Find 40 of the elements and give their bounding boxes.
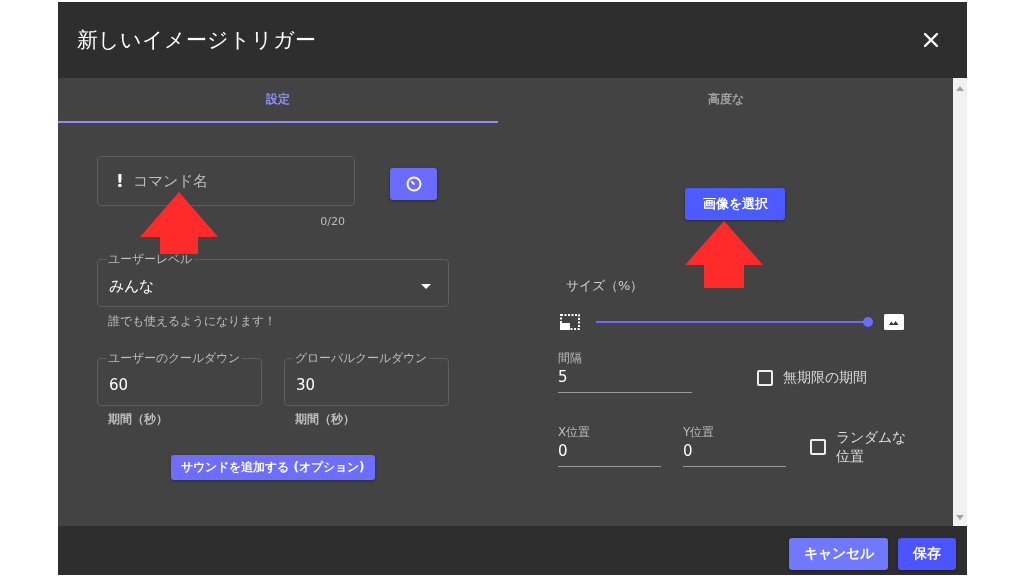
field-label: 間隔	[558, 352, 583, 365]
command-name-field[interactable]: ! コマンド名	[97, 156, 355, 206]
field-label: Y位置	[683, 426, 716, 439]
field-label: ユーザーのクールダウン	[107, 351, 241, 365]
arrow-up-icon	[956, 86, 964, 91]
arrow-down-icon	[956, 515, 964, 520]
slider-thumb[interactable]	[863, 317, 873, 327]
save-button[interactable]: 保存	[898, 538, 956, 570]
add-sound-button[interactable]: サウンドを追加する (オプション)	[171, 455, 375, 480]
clock-icon	[405, 176, 422, 192]
dotted-frame-icon	[560, 314, 580, 330]
text-field[interactable]: Y位置 0	[683, 426, 786, 467]
checkbox[interactable]	[757, 370, 773, 386]
field-label: X位置	[558, 426, 592, 439]
checkbox-label: ランダムな位置	[836, 427, 907, 466]
text-field[interactable]: 間隔 5	[558, 352, 692, 393]
helper-text: 期間（秒）	[295, 412, 355, 426]
tab[interactable]: 高度な	[498, 78, 953, 123]
image-icon	[884, 314, 904, 330]
command-prefix: !	[116, 171, 124, 191]
cancel-button[interactable]: キャンセル	[789, 538, 888, 570]
number-field[interactable]: ユーザーのクールダウン 60	[97, 351, 262, 406]
char-counter: 0/20	[320, 215, 345, 228]
close-icon	[924, 33, 938, 47]
field-label: グローバルクールダウン	[294, 351, 428, 365]
dialog-title: 新しいイメージトリガー	[77, 27, 316, 54]
helper-text: 誰でも使えるようになります！	[108, 314, 276, 328]
checkbox[interactable]	[810, 438, 826, 455]
tab[interactable]: 設定	[58, 78, 498, 123]
caret-icon	[421, 283, 431, 289]
number-field[interactable]: グローバルクールダウン 30	[284, 351, 449, 406]
select-image-button[interactable]: 画像を選択	[685, 188, 785, 220]
close-button[interactable]	[924, 33, 938, 47]
checkbox-label: 無期限の期間	[783, 369, 867, 387]
helper-text: 期間（秒）	[108, 412, 168, 426]
scrollbar[interactable]	[953, 78, 967, 526]
timer-button[interactable]	[390, 168, 437, 200]
slider-label: サイズ（%）	[566, 278, 644, 294]
field-label: ユーザーレベル	[107, 252, 193, 266]
text-field[interactable]: X位置 0	[558, 426, 661, 467]
